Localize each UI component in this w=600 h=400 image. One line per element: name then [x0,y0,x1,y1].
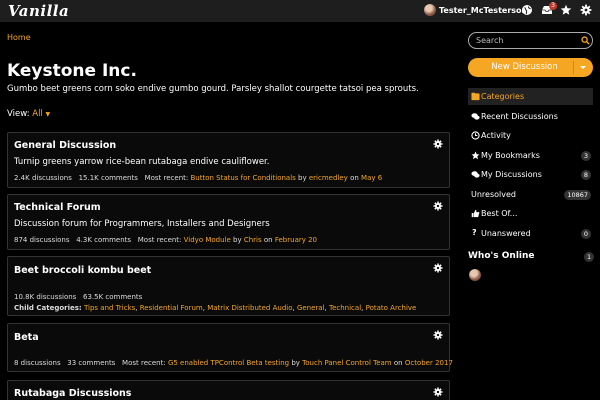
category-title[interactable]: Technical Forum [14,202,101,213]
search-placeholder: Search [476,36,504,45]
star-icon[interactable] [560,4,572,16]
whos-online-heading: Who's Online [468,251,535,261]
category-card: Technical Forum Discussion forum for Pro… [7,194,450,250]
recent-date-link[interactable]: May 6 [361,174,382,182]
gear-icon[interactable] [433,263,443,273]
page-title: Keystone Inc. [7,61,137,81]
recent-user-link[interactable]: Chris [244,236,262,244]
sidebar-item-recent-discussions[interactable]: Recent Discussions [468,108,593,125]
category-card: General Discussion Turnip greens yarrow … [7,132,450,188]
gear-icon[interactable] [580,4,592,16]
count-badge: 8 [580,170,591,180]
avatar[interactable] [469,269,481,281]
count-badge: 0 [580,229,591,239]
category-title[interactable]: Rutabaga Discussions [14,388,131,399]
recent-discussion-link[interactable]: Button Status for Conditionals [190,174,295,182]
star-icon [471,151,480,160]
page-description: Gumbo beet greens corn soko endive gumbo… [7,84,419,94]
chevron-down-icon: ▼ [45,111,51,118]
category-meta: 2.4K discussions 15.1K comments Most rec… [14,174,383,182]
chat-bubbles-icon [471,171,480,178]
recent-user-link[interactable]: Touch Panel Control Team [302,359,391,367]
gear-icon[interactable] [433,139,443,149]
user-menu[interactable]: Tester_McTesterson [424,4,527,16]
child-category-link[interactable]: Matrix Distributed Audio [207,304,292,312]
category-title[interactable]: Beet broccoli kombu beet [14,265,151,276]
child-category-link[interactable]: Potato Archive [366,304,417,312]
category-title[interactable]: Beta [14,332,39,343]
globe-icon[interactable] [521,4,533,16]
sidebar-item-my-discussions[interactable]: My Discussions 8 [468,166,593,183]
button-divider [573,61,574,74]
category-card: Beet broccoli kombu beet 10.8K discussio… [7,256,450,316]
new-discussion-label: New Discussion [491,62,558,72]
gear-icon[interactable] [433,330,443,340]
category-meta: 874 discussions 4.3K comments Most recen… [14,236,318,244]
search-input[interactable]: Search [468,32,593,49]
category-description: Turnip greens yarrow rice-bean rutabaga … [14,157,270,167]
gear-icon[interactable] [433,387,443,397]
sidebar-item-categories[interactable]: Categories [468,88,593,105]
view-label: View: [7,109,30,119]
count-badge: 10867 [564,190,591,200]
recent-user-link[interactable]: ericmedley [309,174,348,182]
sidebar-item-my-bookmarks[interactable]: My Bookmarks 3 [468,147,593,164]
view-all-dropdown[interactable]: All ▼ [32,109,50,119]
sidebar-item-unanswered[interactable]: ? Unanswered 0 [468,225,593,242]
child-category-link[interactable]: Tips and Tricks [84,304,135,312]
category-meta: 8 discussions 33 comments Most recent: G… [14,359,453,367]
category-card: Beta 8 discussions 33 comments Most rece… [7,323,453,372]
child-category-link[interactable]: Residential Forum [140,304,203,312]
online-count-badge: 1 [584,252,595,262]
count-badge: 3 [580,151,591,161]
sidebar-item-unresolved[interactable]: Unresolved 10867 [468,186,593,203]
gear-icon[interactable] [433,201,443,211]
username[interactable]: Tester_McTesterson [439,6,527,15]
notification-badge: 3 [549,2,557,10]
thumbs-up-icon [471,209,480,218]
category-card: Rutabaga Discussions [7,380,450,400]
recent-date-link[interactable]: October 2017 [405,359,453,367]
category-title[interactable]: General Discussion [14,140,116,151]
chat-bubbles-icon [471,113,480,120]
recent-date-link[interactable]: February 20 [275,236,317,244]
vanilla-logo[interactable]: Vanilla [8,2,69,20]
child-category-link[interactable]: Technical [329,304,361,312]
sidebar-item-activity[interactable]: Activity [468,127,593,144]
sidebar-item-best-of[interactable]: Best Of... [468,205,593,222]
new-discussion-button[interactable]: New Discussion [468,58,593,77]
category-meta: 10.8K discussions 63.5K comments [14,293,143,301]
clock-icon [471,131,480,140]
top-bar: Vanilla Tester_McTesterson 3 [0,0,600,22]
breadcrumb[interactable]: Home [7,33,31,42]
category-description: Discussion forum for Programmers, Instal… [14,219,270,229]
child-category-link[interactable]: General [297,304,325,312]
list-icon [471,92,480,101]
chevron-down-icon[interactable] [580,66,586,69]
recent-discussion-link[interactable]: Vidyo Module [184,236,231,244]
recent-discussion-link[interactable]: G5 enabled TPControl Beta testing [168,359,289,367]
question-icon: ? [472,228,477,237]
search-icon[interactable] [581,36,590,45]
avatar[interactable] [424,4,436,16]
view-filter: View: All ▼ [7,109,50,119]
child-categories: Child Categories: Tips and Tricks, Resid… [14,304,417,312]
